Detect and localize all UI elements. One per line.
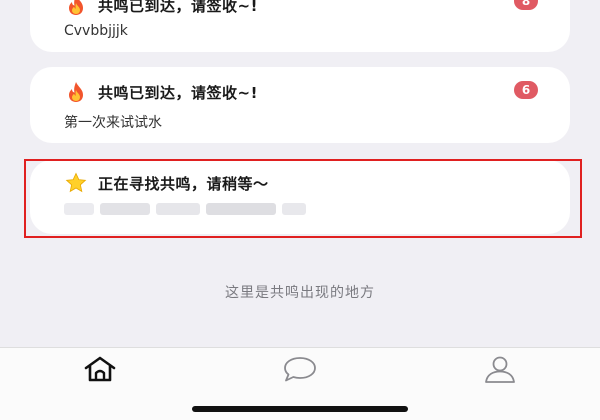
home-icon: [82, 355, 118, 387]
unread-badge: 8: [514, 0, 538, 10]
message-card-title-row: 共鸣已到达，请签收~!: [64, 0, 258, 16]
app-screen: 共鸣已到达，请签收~! Cvvbbjjjk 8 共鸣已到达，请签收~! 第一次来…: [0, 0, 600, 420]
message-card-2[interactable]: 共鸣已到达，请签收~! 第一次来试试水 6: [30, 67, 570, 143]
tab-messages[interactable]: [280, 356, 320, 386]
fire-icon: [64, 0, 88, 16]
message-title: 共鸣已到达，请签收~!: [98, 0, 258, 15]
unread-badge: 6: [514, 81, 538, 99]
home-indicator-bar[interactable]: [192, 406, 408, 412]
message-preview: Cvvbbjjjk: [64, 23, 128, 39]
person-icon: [482, 354, 518, 388]
message-card-1[interactable]: 共鸣已到达，请签收~! Cvvbbjjjk 8: [30, 0, 570, 52]
empty-hint-text: 这里是共鸣出现的地方: [225, 285, 375, 301]
message-title: 共鸣已到达，请签收~!: [98, 83, 258, 102]
fire-icon: [64, 81, 88, 103]
message-preview: 第一次来试试水: [64, 115, 162, 131]
tab-profile[interactable]: [480, 356, 520, 386]
highlight-annotation-box: [24, 159, 582, 238]
message-card-title-row: 共鸣已到达，请签收~!: [64, 81, 258, 103]
chat-bubble-icon: [281, 355, 319, 387]
tab-home[interactable]: [80, 356, 120, 386]
